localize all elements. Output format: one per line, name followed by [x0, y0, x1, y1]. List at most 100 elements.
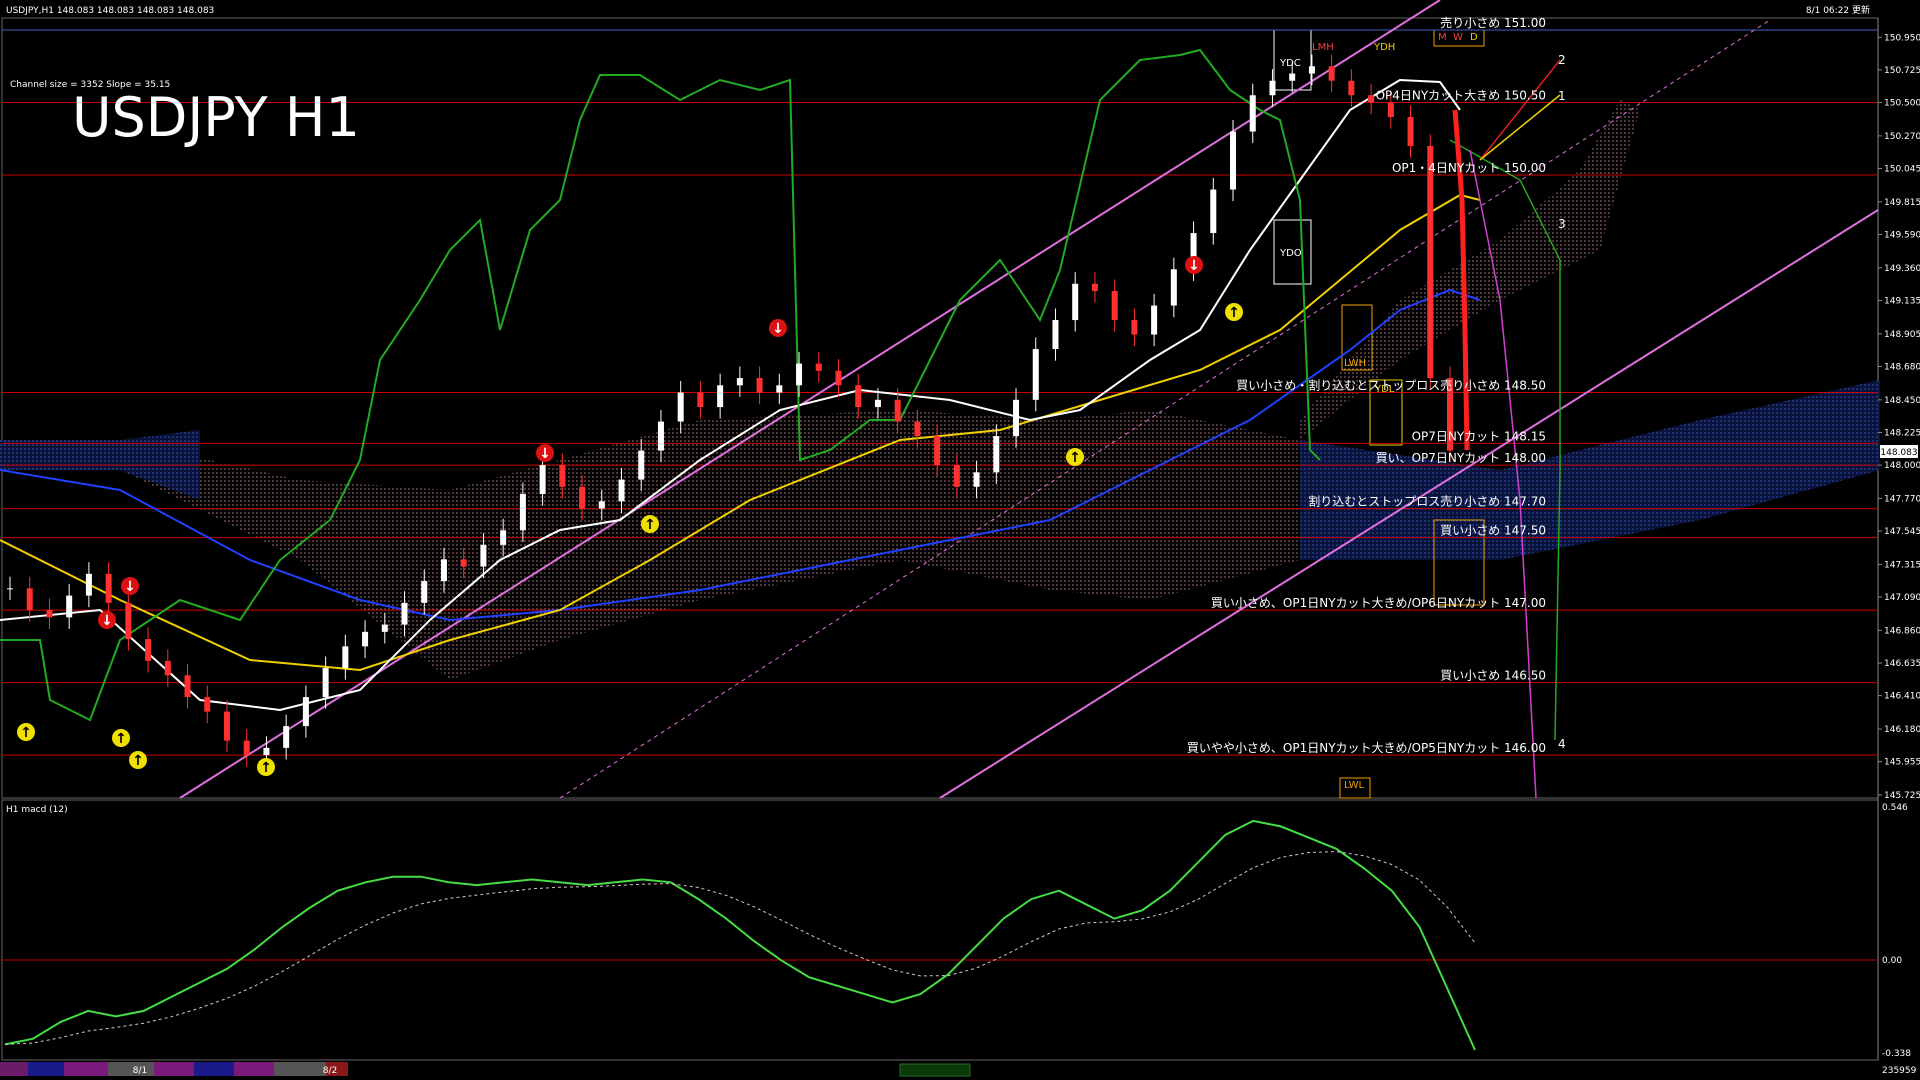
- candle-body: [1427, 146, 1434, 379]
- y-tick-label: 149.590: [1884, 230, 1920, 240]
- candle-body: [638, 450, 645, 480]
- last-price-tag: 148.083: [1880, 448, 1917, 458]
- chikou-span: [0, 48, 1321, 722]
- macd-tick-top: 0.546: [1882, 803, 1908, 813]
- y-tick-label: 146.635: [1884, 659, 1920, 669]
- candle-body: [381, 624, 388, 632]
- usdjpy-h1-chart[interactable]: ↑ ↑ ↑ ↑ ↑ ↑ ↑ ↓ ↓ ↓ ↓ ↓ YDC YDO YDL LMH …: [0, 0, 1920, 1080]
- candle-body: [657, 421, 664, 451]
- candle-body: [125, 602, 132, 640]
- wave-label-1: 1: [1558, 89, 1566, 103]
- macd-line: [4, 819, 1476, 1051]
- candle-body: [283, 726, 290, 748]
- candle-body: [874, 399, 881, 408]
- box-label-lmh: LMH: [1312, 42, 1334, 53]
- macd-axis: 0.546 0.00 -0.338: [1882, 803, 1911, 1059]
- candle-body: [559, 465, 566, 487]
- level-label: 買いやや小さめ、OP1日NYカット大きめ/OP5日NYカット 146.00: [1187, 741, 1546, 755]
- candle-body: [598, 501, 605, 509]
- candle-body: [66, 595, 73, 618]
- candle-body: [776, 385, 783, 393]
- level-label: 割り込むとストップロス売り小さめ 147.70: [1308, 494, 1546, 509]
- svg-text:↓: ↓: [539, 446, 551, 462]
- candle-body: [855, 385, 862, 408]
- candle-body: [460, 559, 467, 567]
- candle-body: [697, 392, 704, 408]
- candle-body: [835, 370, 842, 386]
- candle-body: [164, 660, 171, 676]
- y-tick-label: 145.955: [1884, 758, 1920, 768]
- wave-label-3: 3: [1558, 217, 1566, 231]
- candle-body: [440, 559, 447, 582]
- candle-body: [953, 465, 960, 487]
- candle-body: [1131, 320, 1138, 335]
- box-label-lwl: LWL: [1344, 780, 1365, 791]
- candle-body: [342, 646, 349, 669]
- candle-body: [421, 581, 428, 603]
- y-tick-label: 150.270: [1884, 132, 1920, 142]
- update-time: 8/1 06:22 更新: [1806, 4, 1870, 16]
- candle-body: [756, 378, 763, 393]
- candle-body: [7, 588, 13, 590]
- candle-body: [85, 573, 92, 596]
- candle-body: [579, 486, 586, 509]
- candle-body: [539, 465, 546, 495]
- ichimoku-cloud: [0, 100, 1880, 680]
- level-label: 買い小さめ、OP1日NYカット大きめ/OP6日NYカット 147.00: [1211, 596, 1546, 610]
- candle-body: [1013, 399, 1020, 437]
- level-label: 買い小さめ 147.50: [1440, 524, 1546, 538]
- level-label: 買い、OP7日NYカット 148.00: [1376, 451, 1546, 465]
- box-label-ydh: YDH: [1373, 42, 1395, 53]
- candle-body: [243, 740, 250, 756]
- macd-signal: [4, 851, 1476, 1045]
- level-label: OP7日NYカット 148.15: [1412, 429, 1546, 443]
- svg-text:↑: ↑: [1069, 450, 1081, 466]
- y-tick-label: 149.815: [1884, 198, 1920, 208]
- box-label-ydo: YDO: [1279, 248, 1302, 259]
- svg-text:↑: ↑: [644, 517, 656, 533]
- svg-text:↓: ↓: [101, 613, 113, 629]
- wave-label-2: 2: [1558, 53, 1566, 67]
- wave-label-group: 1 2 3 4: [1558, 53, 1566, 751]
- y-tick-label: 150.500: [1884, 99, 1920, 109]
- candle-body: [618, 479, 625, 502]
- session-bar: 8/1 8/2 235959: [0, 1062, 1917, 1077]
- candle-body: [362, 631, 369, 647]
- y-tick-label: 148.000: [1884, 461, 1920, 471]
- candle-body: [1407, 117, 1414, 147]
- y-tick-label: 150.045: [1884, 164, 1920, 174]
- candle-body: [480, 544, 487, 567]
- candle-body: [1230, 131, 1237, 190]
- box-label-m: M: [1438, 32, 1447, 43]
- symbol-info: USDJPY,H1 148.083 148.083 148.083 148.08…: [6, 6, 214, 16]
- svg-text:↓: ↓: [1188, 258, 1200, 274]
- candle-body: [717, 385, 724, 408]
- candle-body: [1032, 349, 1039, 400]
- candle-body: [993, 436, 1000, 473]
- candle-body: [1210, 189, 1217, 234]
- candle-body: [1289, 73, 1296, 81]
- sma-white: [0, 78, 1461, 712]
- svg-text:↑: ↑: [1228, 305, 1240, 321]
- macd-label: H1 macd (12): [6, 805, 68, 815]
- svg-text:↑: ↑: [260, 760, 272, 776]
- svg-text:↑: ↑: [115, 731, 127, 747]
- candle-body: [500, 530, 507, 545]
- candle-body: [1249, 95, 1256, 132]
- candle-body: [934, 436, 941, 466]
- y-tick-label: 147.315: [1884, 560, 1920, 570]
- y-tick-label: 146.410: [1884, 692, 1920, 702]
- box-label-lwh: LWH: [1344, 358, 1366, 369]
- box-label-ydc: YDC: [1279, 58, 1301, 69]
- y-tick-label: 148.905: [1884, 330, 1920, 340]
- page-title: USDJPY H1: [72, 86, 360, 149]
- candle-body: [1111, 291, 1118, 321]
- candle-body: [1091, 283, 1098, 292]
- candle-body: [914, 421, 921, 437]
- session-label-1: 8/1: [133, 1066, 147, 1076]
- candle-body: [1387, 102, 1394, 118]
- price-candles: [7, 54, 1453, 767]
- candle-body: [1151, 305, 1158, 335]
- y-tick-label: 148.450: [1884, 396, 1920, 406]
- candle-body: [1348, 80, 1355, 96]
